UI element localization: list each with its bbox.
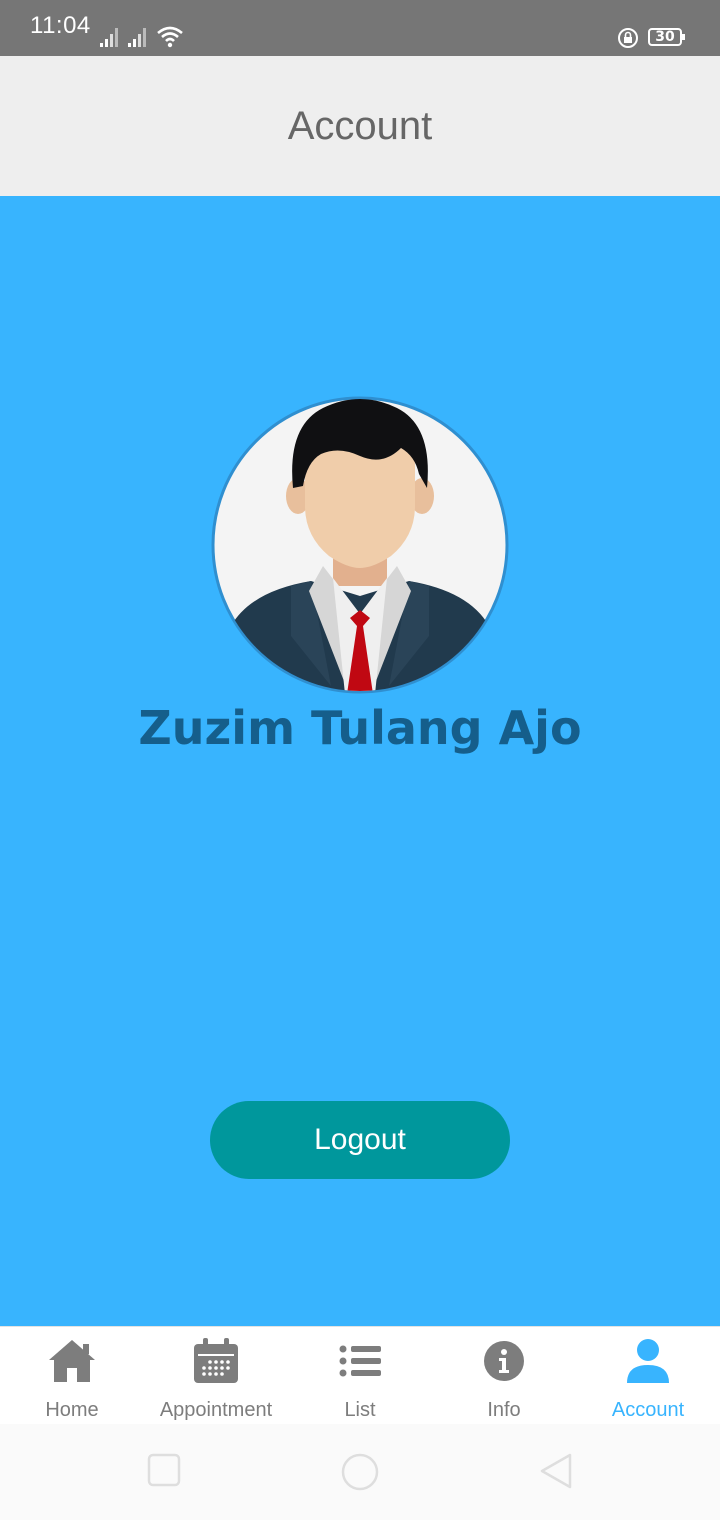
profile-panel: Zuzim Tulang Ajo Logout <box>0 196 720 1326</box>
wifi-icon <box>157 26 183 48</box>
nav-item-home[interactable]: Home <box>0 1327 144 1425</box>
nav-item-appointment[interactable]: Appointment <box>144 1327 288 1425</box>
user-name: Zuzim Tulang Ajo <box>138 701 582 755</box>
back-triangle-icon[interactable] <box>538 1452 574 1490</box>
logout-label: Logout <box>314 1123 406 1156</box>
home-icon <box>49 1340 95 1382</box>
status-time: 11:04 <box>30 12 91 39</box>
rotation-lock-icon <box>618 28 638 48</box>
battery-level: 30 <box>655 29 675 45</box>
businessman-avatar-icon <box>211 396 509 694</box>
battery-icon: 30 <box>648 28 685 46</box>
bottom-nav: Home Appointment List Info Account <box>0 1326 720 1424</box>
info-icon <box>484 1341 524 1381</box>
nav-label-account: Account <box>611 1399 685 1421</box>
system-navigation-bar <box>0 1424 720 1520</box>
nav-label-appointment: Appointment <box>159 1399 273 1421</box>
nav-item-info[interactable]: Info <box>432 1327 576 1425</box>
logout-button[interactable]: Logout <box>210 1101 510 1179</box>
nav-item-list[interactable]: List <box>288 1327 432 1425</box>
signal-icon <box>100 28 118 47</box>
page-title: Account <box>287 103 433 148</box>
nav-label-home: Home <box>45 1399 99 1421</box>
home-circle-icon[interactable] <box>340 1452 380 1492</box>
app-header: Account <box>0 56 720 196</box>
calendar-icon <box>194 1338 238 1383</box>
recents-square-icon[interactable] <box>146 1452 182 1488</box>
list-icon <box>339 1345 381 1377</box>
signal-icon <box>128 28 146 47</box>
status-bar: 11:04 30 <box>0 0 720 56</box>
person-icon <box>627 1339 669 1383</box>
nav-label-info: Info <box>487 1399 521 1421</box>
nav-label-list: List <box>344 1399 376 1421</box>
nav-item-account[interactable]: Account <box>576 1327 720 1425</box>
